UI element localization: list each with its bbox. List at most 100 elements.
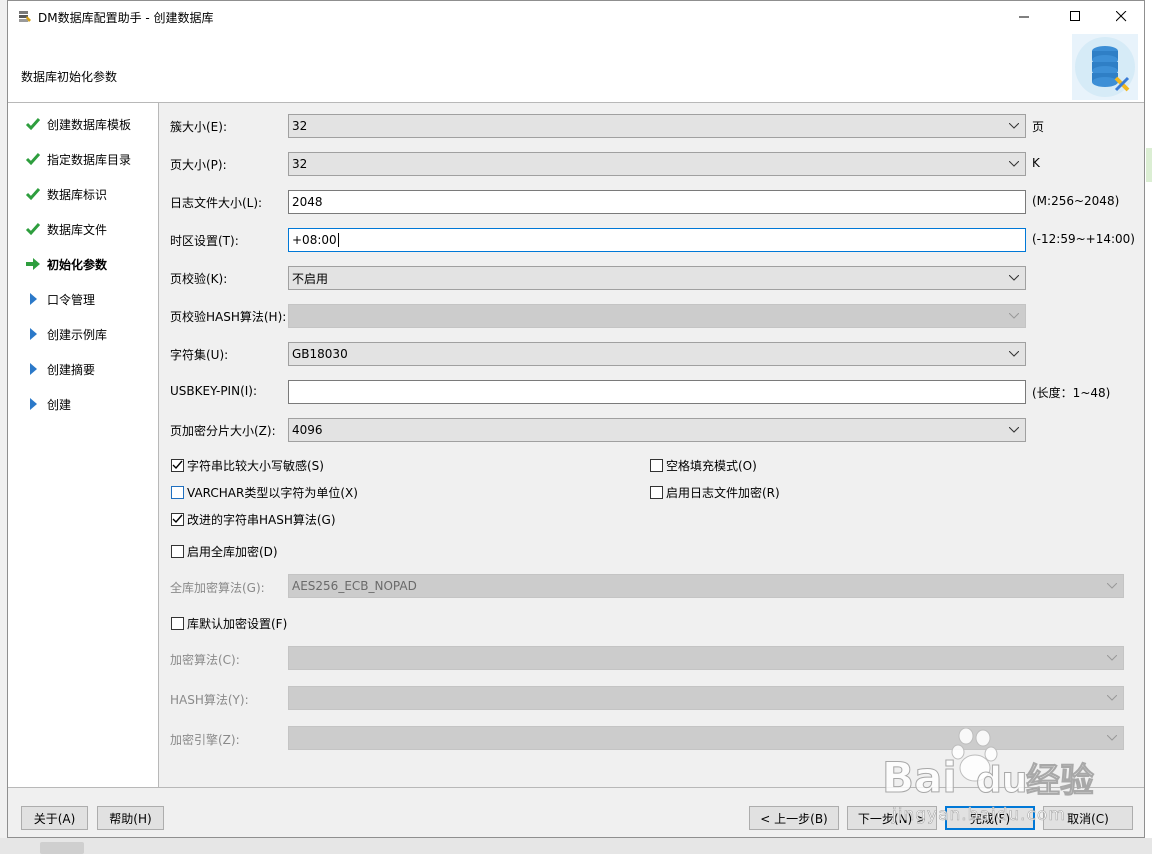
page-check-value: 不启用 — [292, 271, 329, 286]
background-taskbar-strip — [0, 838, 1152, 854]
maximize-button[interactable] — [1052, 1, 1098, 32]
step-create-template: 创建数据库模板 — [25, 114, 131, 134]
step-label: 创建数据库模板 — [47, 117, 132, 132]
page-check-select[interactable]: 不启用 — [288, 266, 1026, 290]
triangle-right-icon — [25, 396, 41, 412]
checkbox-unchecked-icon — [650, 459, 663, 472]
check-icon — [25, 151, 41, 167]
step-label: 创建摘要 — [47, 362, 96, 377]
page-size-label: 页大小(P): — [170, 158, 227, 172]
chevron-down-icon — [1101, 687, 1123, 709]
page-size-value: 32 — [292, 157, 308, 171]
prev-button[interactable]: < 上一步(B) — [749, 806, 839, 830]
app-icon — [19, 11, 31, 22]
blank-pad-checkbox[interactable]: 空格填充模式(O) — [650, 457, 757, 474]
cancel-button[interactable]: 取消(C) — [1043, 806, 1133, 830]
chevron-down-icon — [1101, 727, 1123, 749]
check-icon — [25, 116, 41, 132]
checkbox-label: 字符串比较大小写敏感(S) — [187, 459, 324, 473]
chevron-down-icon — [1003, 419, 1025, 441]
extent-size-select[interactable]: 32 — [288, 114, 1026, 138]
next-button[interactable]: 下一步(N) > — [847, 806, 937, 830]
log-size-hint: (M:256~2048) — [1032, 194, 1120, 208]
check-icon — [25, 221, 41, 237]
window-title: DM数据库配置助手 - 创建数据库 — [38, 11, 214, 25]
time-zone-value: +08:00 — [292, 233, 337, 247]
charset-select[interactable]: GB18030 — [288, 342, 1026, 366]
chevron-down-icon — [1003, 343, 1025, 365]
checkbox-label: 启用日志文件加密(R) — [666, 486, 780, 500]
text-cursor — [337, 233, 339, 247]
full-db-algo-select[interactable]: AES256_ECB_NOPAD — [288, 574, 1124, 598]
dm-config-dialog: DM数据库配置助手 - 创建数据库 数据库初始化参数 创建数据库模板 指定数据库… — [7, 0, 1145, 838]
triangle-right-icon — [25, 326, 41, 342]
log-size-input[interactable]: 2048 — [288, 190, 1026, 214]
minimize-button[interactable] — [1001, 1, 1047, 32]
charset-value: GB18030 — [292, 347, 348, 361]
checkbox-checked-icon — [171, 513, 184, 526]
extent-size-unit: 页 — [1032, 120, 1045, 134]
page-check-label: 页校验(K): — [170, 272, 228, 286]
minimize-icon — [1018, 16, 1029, 18]
close-button[interactable] — [1098, 1, 1144, 32]
time-zone-hint: (-12:59~+14:00) — [1032, 232, 1135, 246]
step-label: 数据库文件 — [47, 222, 108, 237]
full-db-algo-value: AES256_ECB_NOPAD — [292, 579, 417, 593]
page-size-select[interactable]: 32 — [288, 152, 1026, 176]
step-summary: 创建摘要 — [25, 359, 95, 379]
chevron-down-icon — [1003, 153, 1025, 175]
log-encrypt-checkbox[interactable]: 启用日志文件加密(R) — [650, 484, 780, 501]
step-db-identity: 数据库标识 — [25, 184, 107, 204]
checkbox-label: 库默认加密设置(F) — [187, 617, 288, 631]
improved-hash-checkbox[interactable]: 改进的字符串HASH算法(G) — [171, 511, 336, 528]
step-db-directory: 指定数据库目录 — [25, 149, 131, 169]
encrypt-algo-label: 加密算法(C): — [170, 653, 240, 667]
init-params-form: 簇大小(E): 32 页 页大小(P): 32 K 日志文件大小(L): 204… — [160, 103, 1144, 787]
about-button[interactable]: 关于(A) — [21, 806, 88, 830]
encrypt-engine-select[interactable] — [288, 726, 1124, 750]
extent-size-label: 簇大小(E): — [170, 120, 227, 134]
step-label: 创建 — [47, 397, 72, 412]
triangle-right-icon — [25, 291, 41, 307]
step-label: 创建示例库 — [47, 327, 108, 342]
page-size-unit: K — [1032, 156, 1040, 170]
check-icon — [25, 186, 41, 202]
step-sample-db: 创建示例库 — [25, 324, 107, 344]
close-icon — [1115, 11, 1126, 22]
step-create: 创建 — [25, 394, 71, 414]
checkbox-checked-icon — [171, 459, 184, 472]
case-sensitive-checkbox[interactable]: 字符串比较大小写敏感(S) — [171, 457, 324, 474]
title-bar[interactable]: DM数据库配置助手 - 创建数据库 — [8, 1, 1144, 32]
usbkey-pin-hint: (长度：1~48) — [1032, 386, 1111, 400]
wizard-steps: 创建数据库模板 指定数据库目录 数据库标识 数据库文件 初始化参数 口令管理 创… — [8, 103, 159, 787]
page-heading: 数据库初始化参数 — [21, 70, 118, 84]
checkbox-unchecked-icon — [171, 486, 184, 499]
varchar-char-checkbox[interactable]: VARCHAR类型以字符为单位(X) — [171, 484, 358, 501]
background-icon — [40, 842, 84, 854]
arrow-right-icon — [25, 256, 41, 272]
step-label: 指定数据库目录 — [47, 152, 132, 167]
finish-button[interactable]: 完成(F) — [945, 806, 1035, 830]
encrypt-algo-select[interactable] — [288, 646, 1124, 670]
extent-size-value: 32 — [292, 119, 308, 133]
wizard-header: 数据库初始化参数 — [8, 32, 1144, 103]
default-encrypt-checkbox[interactable]: 库默认加密设置(F) — [171, 615, 287, 632]
usbkey-pin-input[interactable] — [288, 380, 1026, 404]
step-label: 口令管理 — [47, 292, 96, 307]
step-password: 口令管理 — [25, 289, 95, 309]
full-db-encrypt-checkbox[interactable]: 启用全库加密(D) — [171, 543, 278, 560]
maximize-icon — [1069, 11, 1080, 21]
usbkey-pin-label: USBKEY-PIN(I): — [170, 384, 258, 398]
time-zone-input[interactable]: +08:00 — [288, 228, 1026, 252]
chevron-down-icon — [1003, 267, 1025, 289]
hash-algo-select[interactable] — [288, 686, 1124, 710]
log-size-label: 日志文件大小(L): — [170, 196, 263, 210]
page-enc-slice-value: 4096 — [292, 423, 323, 437]
chevron-down-icon — [1003, 305, 1025, 327]
help-button[interactable]: 帮助(H) — [97, 806, 164, 830]
page-check-hash-select[interactable] — [288, 304, 1026, 328]
page-enc-slice-select[interactable]: 4096 — [288, 418, 1026, 442]
step-init-params: 初始化参数 — [25, 254, 107, 274]
charset-label: 字符集(U): — [170, 348, 229, 362]
checkbox-unchecked-icon — [171, 617, 184, 630]
